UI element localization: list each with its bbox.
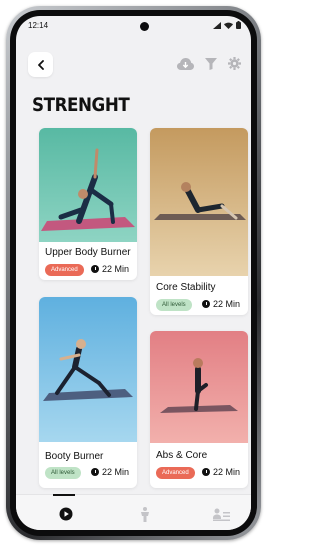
tab-body[interactable] [135,505,155,523]
level-badge: Advanced [156,467,195,479]
workout-image-upper-body-burner [39,128,137,242]
level-badge: All levels [156,299,192,311]
level-badge: Advanced [45,264,84,276]
duration-text: 22 Min [102,467,130,477]
workout-card-abs-core[interactable]: Abs & Core Advanced 22 Min [150,331,248,488]
tab-profile[interactable] [211,505,231,523]
workout-card-upper-body-burner[interactable]: Upper Body Burner Advanced 22 Min [39,128,137,280]
duration: 22 Min [202,467,240,477]
workout-card-booty-burner[interactable]: Booty Burner All levels 22 Min [39,297,137,488]
clock-icon [91,468,99,476]
status-icons [213,21,241,29]
duration: 22 Min [91,264,129,274]
screen: 12:14 STRENGHT Upper Body Burner Advance… [16,16,251,530]
status-time: 12:14 [28,21,49,30]
workout-image-abs-core [150,331,248,443]
profile-list-icon [212,508,230,521]
clock-icon [202,300,210,308]
clock-icon [91,265,99,273]
duration-text: 22 Min [102,264,130,274]
bottom-tab-bar [16,494,251,530]
body-icon [141,506,149,522]
signal-icon [213,21,221,29]
duration: 22 Min [202,299,240,309]
duration: 22 Min [91,467,129,477]
phone-frame: 12:14 STRENGHT Upper Body Burner Advance… [6,6,261,540]
tab-workouts[interactable] [56,505,76,523]
workout-image-booty-burner [39,297,137,442]
chevron-left-icon [37,59,44,70]
workout-image-core-stability [150,128,248,276]
workout-title: Core Stability [156,282,216,293]
battery-icon [236,21,241,29]
front-camera [140,22,149,31]
workout-card-core-stability[interactable]: Core Stability All levels 22 Min [150,128,248,315]
settings-button[interactable] [228,57,241,75]
status-bar: 12:14 [16,16,251,38]
download-button[interactable] [177,57,194,75]
header-tools [177,57,241,75]
page-title: STRENGHT [32,94,130,116]
play-icon [59,507,73,521]
back-button[interactable] [28,52,53,77]
duration-text: 22 Min [213,299,241,309]
workout-title: Upper Body Burner [45,247,131,258]
filter-icon [205,58,217,70]
active-tab-indicator [53,494,75,496]
filter-button[interactable] [205,57,217,75]
clock-icon [202,468,210,476]
wifi-icon [224,22,233,29]
cloud-download-icon [177,58,194,70]
gear-icon [228,57,241,70]
level-badge: All levels [45,467,81,479]
workout-title: Abs & Core [156,450,208,461]
workout-title: Booty Burner [45,451,104,462]
duration-text: 22 Min [213,467,241,477]
